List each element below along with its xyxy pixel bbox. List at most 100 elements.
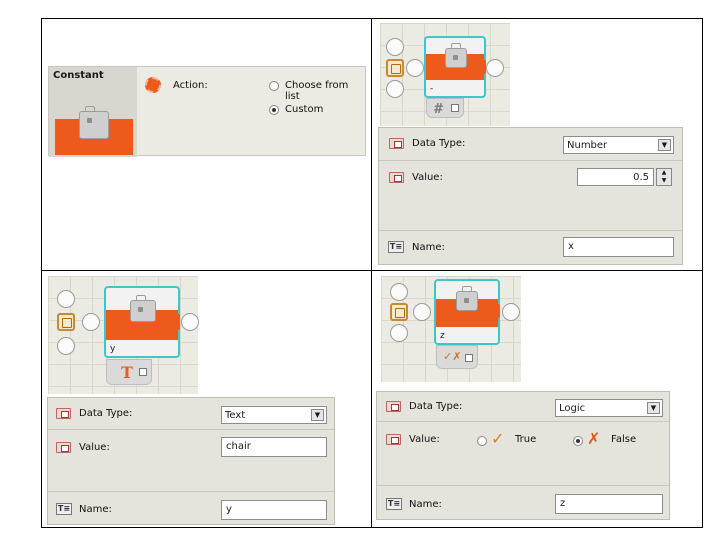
plug-bottom[interactable] [386, 80, 404, 98]
plug-icon [56, 442, 71, 453]
true-label[interactable]: True [515, 434, 536, 445]
value-field[interactable]: 0.5 [577, 168, 654, 186]
name-field[interactable]: z [555, 494, 663, 514]
logic-icon: ✓✗ [443, 350, 462, 363]
name-text: z [560, 498, 566, 509]
false-label[interactable]: False [611, 434, 636, 445]
option-choose-from-list[interactable]: Choose from list [285, 80, 365, 102]
text-icon: T [121, 363, 133, 382]
row-value: Value: ✓ True ✗ False [377, 422, 669, 486]
plug-in[interactable] [406, 59, 424, 77]
block-label: z [440, 331, 445, 341]
plug-icon [389, 138, 404, 149]
output-plug [486, 304, 500, 318]
value-label: Value: [412, 172, 443, 183]
name-field[interactable]: y [221, 500, 327, 520]
plug-top[interactable] [386, 38, 404, 56]
plug-icon [56, 408, 71, 419]
name-icon: T≡ [388, 241, 404, 253]
plug-out[interactable] [502, 303, 520, 321]
chevron-down-icon[interactable]: ▼ [311, 409, 324, 421]
radio-true[interactable] [477, 436, 487, 446]
data-tab: # [426, 98, 464, 118]
block-preview: Constant [49, 67, 137, 157]
value-field[interactable]: chair [221, 437, 327, 457]
name-text: x [568, 241, 574, 252]
chevron-down-icon[interactable]: ▼ [647, 402, 660, 414]
plug-top[interactable] [57, 290, 75, 308]
cross-icon: ✗ [587, 429, 601, 448]
checkmark-icon: ✓ [491, 429, 505, 448]
data-type-label: Data Type: [409, 401, 463, 412]
data-type-dropdown[interactable]: Text ▼ [221, 406, 327, 424]
radio-false[interactable] [573, 436, 583, 446]
plug-selected[interactable] [390, 303, 408, 321]
data-type-dropdown[interactable]: Logic ▼ [555, 399, 663, 417]
value-label: Value: [79, 442, 110, 453]
number-icon: # [433, 102, 443, 117]
divider [41, 270, 703, 271]
plug-selected[interactable] [57, 313, 75, 331]
radio-choose-from-list[interactable] [269, 81, 279, 91]
chevron-down-icon[interactable]: ▼ [658, 139, 671, 151]
plug-bottom[interactable] [57, 337, 75, 355]
row-name: T≡ Name: x [379, 231, 682, 266]
data-type-label: Data Type: [412, 138, 466, 149]
row-name: T≡ Name: y [48, 492, 334, 526]
option-custom[interactable]: Custom [285, 104, 323, 115]
row-data-type: Data Type: Logic ▼ [377, 392, 669, 422]
plug-icon [389, 172, 404, 183]
row-data-type: Data Type: Text ▼ [48, 398, 334, 430]
mini-icon [451, 104, 459, 112]
row-name: T≡ Name: z [377, 486, 669, 521]
name-label: Name: [79, 504, 112, 515]
plug-out[interactable] [181, 313, 199, 331]
name-text: y [226, 504, 232, 515]
data-type-value: Logic [559, 403, 586, 414]
radio-custom[interactable] [269, 105, 279, 115]
data-tab: T [106, 359, 152, 385]
block-label: - [430, 84, 434, 94]
data-type-dropdown[interactable]: Number ▼ [563, 136, 674, 154]
row-value: Value: 0.5 ▲ ▼ [379, 161, 682, 231]
mini-icon [465, 354, 473, 362]
config-panel: Data Type: Text ▼ Value: chair T≡ Name: … [47, 397, 335, 525]
name-label: Name: [412, 242, 445, 253]
briefcase-icon [130, 295, 156, 322]
row-data-type: Data Type: Number ▼ [379, 128, 682, 161]
value-text: chair [226, 441, 251, 452]
name-field[interactable]: x [563, 237, 674, 257]
name-icon: T≡ [56, 503, 72, 515]
value-text: 0.5 [633, 172, 649, 183]
config-panel: Data Type: Logic ▼ Value: ✓ True ✗ False… [376, 391, 670, 520]
plug-icon [386, 434, 401, 445]
row-value: Value: chair [48, 430, 334, 492]
plug-bottom[interactable] [390, 324, 408, 342]
constant-panel: Constant Action: Choose from list Custom [48, 66, 366, 157]
plug-icon [386, 401, 401, 412]
divider [371, 18, 372, 528]
plug-in[interactable] [413, 303, 431, 321]
output-plug [472, 60, 486, 74]
block-label: y [110, 344, 116, 354]
output-plug [164, 314, 180, 330]
plug-top[interactable] [390, 283, 408, 301]
plug-out[interactable] [486, 59, 504, 77]
name-label: Name: [409, 499, 442, 510]
gear-icon [145, 77, 161, 93]
briefcase-icon [456, 286, 478, 311]
data-type-value: Number [567, 140, 608, 151]
value-stepper[interactable]: ▲ ▼ [656, 168, 672, 186]
plug-in[interactable] [82, 313, 100, 331]
data-tab: ✓✗ [436, 345, 478, 369]
mini-icon [139, 368, 147, 376]
plug-selected[interactable] [386, 59, 404, 77]
data-type-value: Text [225, 410, 246, 421]
data-type-label: Data Type: [79, 408, 133, 419]
action-label: Action: [173, 80, 208, 91]
value-label: Value: [409, 434, 440, 445]
config-panel: Data Type: Number ▼ Value: 0.5 ▲ ▼ T≡ Nam… [378, 127, 683, 265]
briefcase-icon [445, 43, 467, 68]
briefcase-icon [79, 106, 109, 139]
panel-title: Constant [53, 70, 104, 81]
